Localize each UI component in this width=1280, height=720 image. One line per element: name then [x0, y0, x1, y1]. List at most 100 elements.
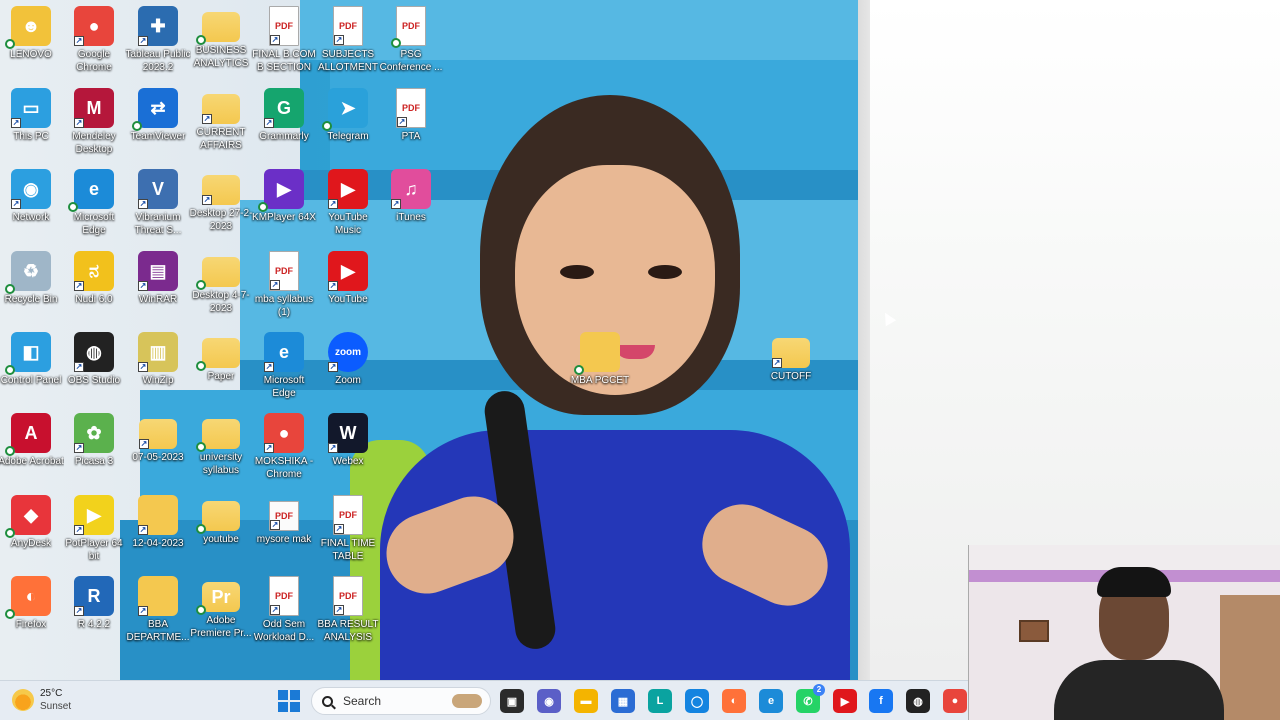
- desktop-icon-psg-conference[interactable]: PDF PSG Conference ...: [378, 2, 444, 80]
- desktop-icon-lenovo[interactable]: ☻ LENOVO: [0, 2, 64, 80]
- desktop-icon-mysore-mak[interactable]: PDF ↗ mysore mak: [251, 491, 317, 569]
- taskbar-search-box[interactable]: Search: [311, 687, 491, 715]
- desktop-icon-cutoff[interactable]: ↗ CUTOFF: [758, 328, 824, 406]
- start-button[interactable]: [278, 690, 300, 712]
- sync-status-icon: [196, 442, 206, 452]
- desktop-icon-label: Microsoft Edge: [263, 375, 305, 399]
- desktop-icon-potplayer-64-bit[interactable]: ▶ ↗ PotPlayer 64 bit: [61, 491, 127, 569]
- shortcut-arrow-icon: ↗: [264, 443, 274, 453]
- wall-frame: [1019, 620, 1049, 642]
- desktop-icon-label: FINAL B.COM B SECTION: [252, 49, 316, 73]
- desktop-icon-teamviewer[interactable]: ⇄ TeamViewer: [125, 84, 191, 162]
- app-icon: ◍ ↗: [74, 332, 114, 372]
- desktop-icon-grammarly[interactable]: G ↗ Grammarly: [251, 84, 317, 162]
- desktop-icon-this-pc[interactable]: ▭ ↗ This PC: [0, 84, 64, 162]
- firefox-icon[interactable]: ◐: [722, 689, 746, 713]
- desktop-icon-label: CUTOFF: [770, 371, 812, 382]
- desktop-icon-desktop-27-2-2023[interactable]: ↗ Desktop 27-2-2023: [188, 165, 254, 243]
- desktop-icon-control-panel[interactable]: ◧ Control Panel: [0, 328, 64, 406]
- lens-icon[interactable]: L: [648, 689, 672, 713]
- store-icon[interactable]: ▦: [611, 689, 635, 713]
- desktop-icon-pta[interactable]: PDF ↗ PTA: [378, 84, 444, 162]
- desktop-icon-label: youtube: [203, 534, 239, 545]
- desktop-icon-youtube[interactable]: youtube: [188, 491, 254, 569]
- shortcut-arrow-icon: ↗: [270, 35, 280, 45]
- chat-icon[interactable]: ◉: [537, 689, 561, 713]
- app-icon: ▭ ↗: [11, 88, 51, 128]
- weather-temp: 25°C: [40, 688, 63, 699]
- youtube-icon[interactable]: ▶: [833, 689, 857, 713]
- folder-icon: [196, 419, 240, 452]
- desktop-icon-label: Adobe Premiere Pr...: [190, 615, 252, 639]
- desktop-icon-12-04-2023[interactable]: ↗ 12-04-2023: [125, 491, 191, 569]
- desktop-icon-adobe-premiere-pr[interactable]: Pr Adobe Premiere Pr...: [188, 572, 254, 650]
- desktop-icon-winzip[interactable]: ▥ ↗ WinZip: [125, 328, 191, 406]
- desktop-icon-label: Odd Sem Workload D...: [253, 619, 315, 643]
- desktop-icon-bba-departme[interactable]: ↗ BBA DEPARTME...: [125, 572, 191, 650]
- edge-icon[interactable]: e: [759, 689, 783, 713]
- app-icon: ↗: [138, 495, 178, 535]
- pdf-document-icon: PDF ↗: [333, 6, 363, 46]
- desktop-icon-firefox[interactable]: ◐ Firefox: [0, 572, 64, 650]
- desktop-icon-business-analytics[interactable]: BUSINESS ANALYTICS: [188, 2, 254, 80]
- desktop-icon-07-05-2023[interactable]: ↗ 07-05-2023: [125, 409, 191, 487]
- weather-widget[interactable]: 25°C Sunset: [12, 687, 71, 713]
- desktop-icon-r-4-2-2[interactable]: R ↗ R 4.2.2: [61, 572, 127, 650]
- desktop-icon-winrar[interactable]: ▤ ↗ WinRAR: [125, 247, 191, 325]
- cortana-icon[interactable]: ◯: [685, 689, 709, 713]
- desktop-icon-network[interactable]: ◉ ↗ Network: [0, 165, 64, 243]
- desktop-icon-university-syllabus[interactable]: university syllabus: [188, 409, 254, 487]
- desktop-icon-anydesk[interactable]: ◆ AnyDesk: [0, 491, 64, 569]
- desktop-icon-vibranium-threat-s[interactable]: V ↗ Vibranium Threat S...: [125, 165, 191, 243]
- desktop-icon-desktop-4-7-2023[interactable]: Desktop 4-7-2023: [188, 247, 254, 325]
- desktop-icon-mendeley-desktop[interactable]: M ↗ Mendeley Desktop: [61, 84, 127, 162]
- desktop-icon-label: Control Panel: [0, 375, 62, 386]
- desktop-icon-obs-studio[interactable]: ◍ ↗ OBS Studio: [61, 328, 127, 406]
- desktop-icon-microsoft-edge[interactable]: e Microsoft Edge: [61, 165, 127, 243]
- obs-icon[interactable]: ◍: [906, 689, 930, 713]
- desktop-icon-final-time-table[interactable]: PDF ↗ FINAL TIME TABLE: [315, 491, 381, 569]
- task-view-icon[interactable]: ▣: [500, 689, 524, 713]
- desktop-icon-youtube[interactable]: ▶ ↗ YouTube: [315, 247, 381, 325]
- whatsapp-icon[interactable]: ✆ 2: [796, 684, 825, 713]
- desktop-icon-label: This PC: [13, 131, 49, 142]
- desktop-icon-youtube-music[interactable]: ▶ ↗ YouTube Music: [315, 165, 381, 243]
- desktop-icon-final-b-com-b-section[interactable]: PDF ↗ FINAL B.COM B SECTION: [251, 2, 317, 80]
- desktop-icon-label: Paper: [207, 371, 235, 382]
- desktop-icon-label: Picasa 3: [74, 456, 114, 467]
- pdf-document-icon: PDF ↗: [396, 88, 426, 128]
- webcam-overlay: [968, 545, 1280, 720]
- facebook-icon[interactable]: f: [869, 689, 893, 713]
- desktop-icon-label: Desktop 27-2-2023: [189, 208, 253, 232]
- sync-status-icon: [322, 121, 332, 131]
- desktop-icon-mokshika-chrome[interactable]: ● ↗ MOKSHIKA - Chrome: [251, 409, 317, 487]
- desktop-icon-tableau-public-2023-2[interactable]: ✚ ↗ Tableau Public 2023.2: [125, 2, 191, 80]
- desktop-icon-kmplayer-64x[interactable]: ▶ KMPlayer 64X: [251, 165, 317, 243]
- desktop-icon-adobe-acrobat[interactable]: A Adobe Acrobat: [0, 409, 64, 487]
- desktop-icon-mba-syllabus-1[interactable]: PDF ↗ mba syllabus (1): [251, 247, 317, 325]
- desktop-icon-mba-pgcet[interactable]: MBA PGCET: [567, 328, 633, 406]
- desktop-icon-current-affairs[interactable]: ↗ CURRENT AFFAIRS: [188, 84, 254, 162]
- chrome-icon[interactable]: ●: [943, 689, 967, 713]
- desktop-icon-telegram[interactable]: ➤ Telegram: [315, 84, 381, 162]
- desktop-icon-bba-result-analysis[interactable]: PDF ↗ BBA RESULT ANALYSIS: [315, 572, 381, 650]
- desktop-icon-google-chrome[interactable]: ● ↗ Google Chrome: [61, 2, 127, 80]
- shortcut-arrow-icon: ↗: [74, 118, 84, 128]
- file-explorer-icon[interactable]: ▬: [574, 689, 598, 713]
- desktop-icon-zoom[interactable]: zoom ↗ Zoom: [315, 328, 381, 406]
- desktop-icon-label: Tableau Public 2023.2: [125, 49, 191, 73]
- desktop-icon-paper[interactable]: Paper: [188, 328, 254, 406]
- desktop-icon-label: FINAL TIME TABLE: [320, 538, 376, 562]
- desktop-icon-nudi-6-0[interactable]: ನ ↗ Nudi 6.0: [61, 247, 127, 325]
- app-icon: ☻: [5, 6, 51, 49]
- desktop-icon-recycle-bin[interactable]: ♻ Recycle Bin: [0, 247, 64, 325]
- desktop-icon-picasa-3[interactable]: ✿ ↗ Picasa 3: [61, 409, 127, 487]
- desktop-icon-subjects-allotment[interactable]: PDF ↗ SUBJECTS ALLOTMENT: [315, 2, 381, 80]
- desktop-icon-odd-sem-workload-d[interactable]: PDF ↗ Odd Sem Workload D...: [251, 572, 317, 650]
- desktop-icon-webex[interactable]: W ↗ Webex: [315, 409, 381, 487]
- desktop-icon-itunes[interactable]: ♫ ↗ iTunes: [378, 165, 444, 243]
- shortcut-arrow-icon: ↗: [138, 525, 148, 535]
- shortcut-arrow-icon: ↗: [138, 36, 148, 46]
- shortcut-arrow-icon: ↗: [397, 117, 407, 127]
- desktop-icon-microsoft-edge[interactable]: e ↗ Microsoft Edge: [251, 328, 317, 406]
